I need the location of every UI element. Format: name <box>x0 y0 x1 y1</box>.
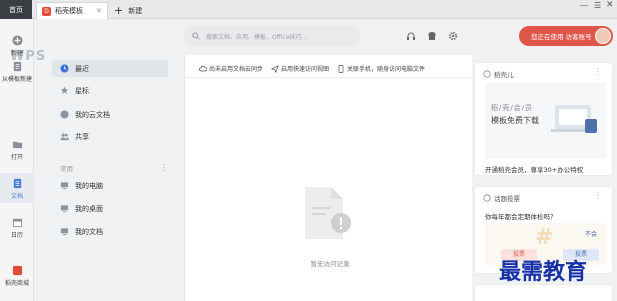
vote-card-title: 话题投票 <box>483 193 520 203</box>
nav-item-shared[interactable]: 共享 <box>52 128 168 145</box>
rail-documents-label: 文档 <box>10 193 23 200</box>
tab-docer-label: 稻壳模板 <box>55 7 83 15</box>
main-content: 尚未启用文档云同步 启用快速访问视图 关联手机，随身访问电脑文件 暂无访问记录 <box>184 55 473 301</box>
nav-item-recent-label: 最近 <box>75 64 89 73</box>
rail-open[interactable]: 打开 <box>0 139 34 161</box>
rail-calendar-label: 日历 <box>10 232 23 239</box>
nav-item-my-computer-label: 我的电脑 <box>75 181 103 190</box>
new-tab-label: 新建 <box>128 6 143 15</box>
docer-card-title: 稻壳儿 <box>483 69 514 79</box>
cloud-sync-icon <box>199 65 207 71</box>
nav-item-my-computer[interactable]: 我的电脑 <box>52 177 168 194</box>
rail-new-label: 新建 <box>10 50 23 57</box>
avatar[interactable] <box>595 28 611 44</box>
nav-item-my-documents-label: 我的文档 <box>75 227 103 236</box>
search-input[interactable]: 搜索文档、应用、模板、Office技巧... <box>184 26 360 46</box>
search-icon <box>192 32 200 40</box>
nav-item-my-desktop[interactable]: 我的桌面 <box>52 200 168 217</box>
card-more-icon[interactable]: ⋮ <box>594 191 602 200</box>
rail-documents[interactable]: 文档 <box>0 173 34 203</box>
left-rail: WPS 新建 从模板新建 打开 文档 日历 稻壳商城 <box>0 19 45 301</box>
star-icon <box>60 86 69 94</box>
quick-access-label: 启用快速访问视图 <box>281 66 330 73</box>
quick-actions: 尚未启用文档云同步 启用快速访问视图 关联手机，随身访问电脑文件 <box>199 64 433 73</box>
template-icon <box>13 61 21 72</box>
document-icon <box>13 178 21 189</box>
tab-bar: 首页 D 稻壳模板 ✕ + 新建 — ☰ ✕ <box>0 0 617 19</box>
docer-store-icon <box>12 265 22 276</box>
rail-from-template-label: 从模板新建 <box>1 76 32 83</box>
share-users-icon <box>60 133 69 141</box>
vote-question: 你每年都会定期体检吗？ <box>485 213 557 221</box>
user-account-button[interactable]: 您正在使用 访客账号 <box>519 26 613 46</box>
skin-shirt-icon[interactable] <box>427 31 437 41</box>
nav-item-cloud-docs[interactable]: 我的云文档 <box>52 106 168 123</box>
link-phone-label: 关联手机，随身访问电脑文件 <box>347 66 426 73</box>
third-card <box>474 284 613 301</box>
laptop-illustration-icon <box>551 105 597 133</box>
computer-icon <box>60 182 69 190</box>
wps-home-window: 首页 D 稻壳模板 ✕ + 新建 — ☰ ✕ WPS 新建 从模板新建 打开 文… <box>0 0 617 301</box>
desktop-icon <box>60 205 69 213</box>
watermark-text: 最需教育 <box>499 259 588 285</box>
phone-icon <box>338 64 344 73</box>
close-window-icon[interactable]: ✕ <box>606 0 614 10</box>
minimize-icon[interactable]: — <box>580 1 588 10</box>
divider <box>185 77 473 78</box>
link-phone-action[interactable]: 关联手机，随身访问电脑文件 <box>337 64 425 73</box>
tab-docer-templates[interactable]: D 稻壳模板 ✕ <box>36 2 108 19</box>
nav-section-common: 常用 <box>60 165 73 173</box>
new-tab-button[interactable]: + 新建 <box>112 2 152 19</box>
clock-icon <box>60 64 69 73</box>
nav-item-starred-label: 星标 <box>75 86 89 95</box>
more-icon[interactable]: ⋮ <box>160 163 168 172</box>
rail-docer-store[interactable]: 稻壳商城 <box>0 265 34 287</box>
calendar-icon <box>12 218 22 228</box>
menu-icon[interactable]: ☰ <box>594 1 601 10</box>
docer-card: 稻壳儿 ⋮ 稻/壳/会/员 模板免费下载 开通稻壳会员，尊享30+办公特权 <box>474 62 613 176</box>
user-account-label: 您正在使用 访客账号 <box>531 33 592 41</box>
close-tab-icon[interactable]: ✕ <box>96 7 102 15</box>
cloud-sync-action[interactable]: 尚未启用文档云同步 <box>199 64 263 73</box>
nav-item-my-desktop-label: 我的桌面 <box>75 204 103 213</box>
cloud-sync-label: 尚未启用文档云同步 <box>209 66 264 73</box>
docer-logo-icon: D <box>42 6 51 16</box>
rail-docer-store-label: 稻壳商城 <box>4 280 29 287</box>
headset-icon[interactable] <box>406 31 416 41</box>
docer-footer-text: 开通稻壳会员，尊享30+办公特权 <box>485 166 584 174</box>
tab-home-label: 首页 <box>9 5 23 14</box>
folder-icon <box>12 141 22 149</box>
rail-new[interactable]: 新建 <box>0 35 34 57</box>
empty-document-icon <box>305 187 351 239</box>
vote-hash-icon: # <box>535 225 554 250</box>
nav-item-cloud-docs-label: 我的云文档 <box>75 110 110 119</box>
vote-icon <box>483 194 491 202</box>
rail-calendar[interactable]: 日历 <box>0 217 34 239</box>
mydocs-icon <box>60 228 69 236</box>
rail-open-label: 打开 <box>10 154 23 161</box>
send-icon <box>271 64 279 73</box>
promo-line-1: 稻/壳/会/员 <box>491 104 534 112</box>
card-more-icon[interactable]: ⋮ <box>594 67 602 76</box>
promo-line-2: 模板免费下载 <box>491 116 539 125</box>
plus-circle-icon <box>11 35 23 46</box>
docer-icon <box>483 70 491 78</box>
nav-item-starred[interactable]: 星标 <box>52 82 168 99</box>
doc-nav: 最近 星标 我的云文档 共享 常用 ⋮ 我的电脑 我的桌面 我的文档 <box>46 55 174 301</box>
empty-state-text: 暂无访问记录 <box>310 260 350 268</box>
nav-item-shared-label: 共享 <box>75 132 89 141</box>
nav-item-my-documents[interactable]: 我的文档 <box>52 223 168 240</box>
rail-from-template[interactable]: 从模板新建 <box>0 61 34 83</box>
plus-icon: + <box>114 4 124 17</box>
docer-promo-banner[interactable]: 稻/壳/会/员 模板免费下载 <box>485 83 606 159</box>
gear-icon[interactable] <box>448 31 458 41</box>
nav-item-recent[interactable]: 最近 <box>52 60 168 77</box>
cloud-icon <box>60 110 69 119</box>
vote-card-title-text: 话题投票 <box>494 195 520 203</box>
docer-card-title-text: 稻壳儿 <box>494 71 514 79</box>
vote-right-hint: 不会 <box>585 231 598 238</box>
quick-access-action[interactable]: 启用快速访问视图 <box>271 64 329 73</box>
search-placeholder: 搜索文档、应用、模板、Office技巧... <box>206 33 308 41</box>
tab-home[interactable]: 首页 <box>0 0 32 19</box>
